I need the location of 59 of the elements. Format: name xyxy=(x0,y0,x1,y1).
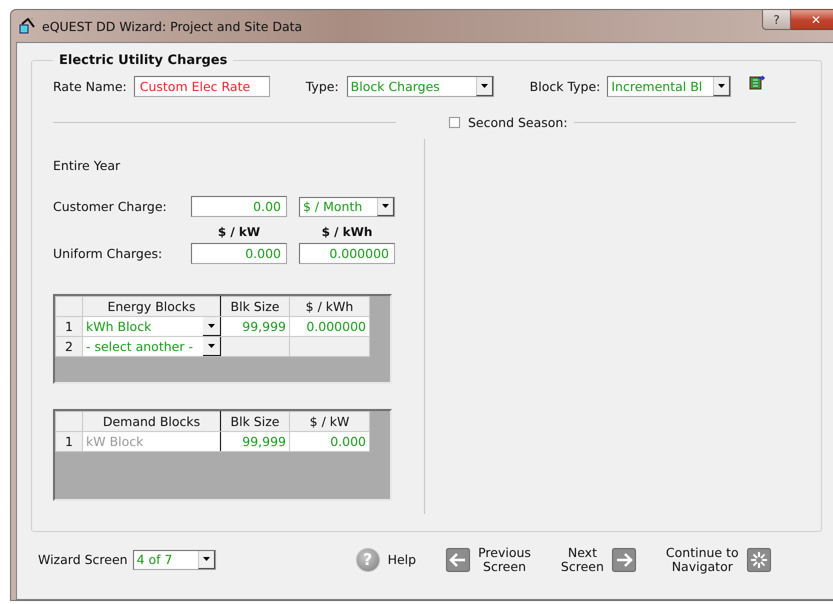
type-dropdown-value: Block Charges xyxy=(350,78,441,96)
column-header: Blk Size xyxy=(220,296,290,316)
rate-name-field[interactable]: Custom Elec Rate xyxy=(134,76,270,96)
column-header: Demand Blocks xyxy=(82,412,220,432)
block-cell: kW Block xyxy=(82,432,220,452)
close-button[interactable]: ✕ xyxy=(791,9,833,30)
wizard-screen-dropdown[interactable]: 4 of 7 xyxy=(132,550,216,570)
column-header: $ / kW xyxy=(216,225,262,239)
block-dropdown-value: - select another - xyxy=(86,339,193,354)
block-dropdown[interactable]: kWh Block xyxy=(82,316,220,336)
help-button[interactable]: ? xyxy=(762,9,791,30)
wizard-screen-label: Wizard Screen xyxy=(38,552,128,567)
help-icon: ? xyxy=(356,548,380,572)
caret-icon xyxy=(208,324,215,328)
app-icon xyxy=(18,18,36,34)
previous-button[interactable]: Previous Screen xyxy=(446,546,531,574)
sparkle-icon xyxy=(746,548,771,572)
caret-icon xyxy=(382,204,389,208)
column-header: Energy Blocks xyxy=(82,296,220,316)
column-header: Blk Size xyxy=(220,412,290,432)
group-title: Electric Utility Charges xyxy=(58,53,228,68)
block-type-label: Block Type: xyxy=(530,78,600,94)
table-cell: 0.000000 xyxy=(290,316,370,336)
column-header: $ / kW xyxy=(290,412,370,432)
rate-name-label: Rate Name: xyxy=(53,78,127,94)
table-cell: 99,999 xyxy=(220,316,290,336)
second-season-label: Second Season: xyxy=(468,114,568,130)
unit-dropdown[interactable]: $ / Month xyxy=(299,196,395,216)
season-label: Entire Year xyxy=(53,158,120,173)
row-number: 2 xyxy=(56,336,82,356)
uniform-charges-label: Uniform Charges: xyxy=(53,246,164,261)
block-dropdown-value: kWh Block xyxy=(86,319,152,334)
rate-field[interactable]: 0.000000 xyxy=(299,243,395,264)
table-cell: 99,999 xyxy=(220,432,290,452)
type-label: Type: xyxy=(306,78,339,94)
next-button[interactable]: Next Screen xyxy=(560,546,636,574)
block-dropdown[interactable]: - select another - xyxy=(82,336,220,356)
continue-button[interactable]: Continue to Navigator xyxy=(666,546,771,574)
unit-dropdown-value: $ / Month xyxy=(302,198,364,216)
export-icon[interactable] xyxy=(749,74,766,90)
caret-icon xyxy=(202,557,210,561)
window-title: eQUEST DD Wizard: Project and Site Data xyxy=(42,18,302,34)
help-button[interactable]: ? Help xyxy=(356,548,416,572)
column-header: $ / kWh xyxy=(320,225,374,239)
rate-field[interactable]: 0.000 xyxy=(191,243,287,264)
block-type-dropdown[interactable]: Incremental Bl xyxy=(607,76,732,96)
customer-charge-field[interactable]: 0.00 xyxy=(191,196,287,217)
type-dropdown[interactable]: Block Charges xyxy=(346,76,494,96)
caret-icon xyxy=(480,84,488,88)
block-type-dropdown-value: Incremental Bl xyxy=(610,78,704,96)
row-number: 1 xyxy=(56,316,82,336)
caret-icon xyxy=(208,344,215,348)
column-header: $ / kWh xyxy=(290,296,370,316)
wizard-screen-dropdown-value: 4 of 7 xyxy=(136,551,174,568)
table-cell: 0.000 xyxy=(290,432,370,452)
second-season-checkbox[interactable] xyxy=(449,116,460,128)
caret-icon xyxy=(718,84,726,88)
customer-charge-label: Customer Charge: xyxy=(53,199,168,214)
row-number: 1 xyxy=(56,432,82,452)
